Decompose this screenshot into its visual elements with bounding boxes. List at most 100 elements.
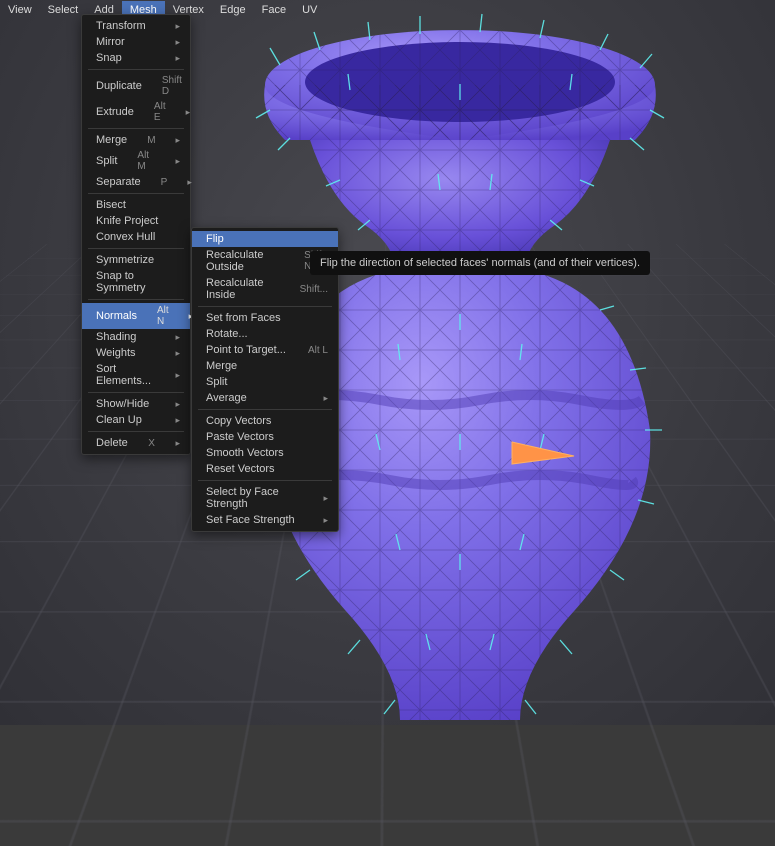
- mesh-menu-item-duplicate[interactable]: DuplicateShift D: [82, 73, 190, 99]
- mesh-menu-item-symmetrize[interactable]: Symmetrize: [82, 252, 190, 268]
- submenu-arrow-icon: ▸: [175, 399, 180, 410]
- menu-item-label: Reset Vectors: [206, 463, 274, 475]
- menu-item-shortcut: Shift...: [300, 284, 328, 295]
- menu-item-label: Sort Elements...: [96, 363, 155, 387]
- normals-menu-item-separator: [198, 480, 332, 481]
- mesh-menu-item-separator: [88, 392, 184, 393]
- submenu-arrow-icon: ▸: [175, 21, 180, 32]
- mesh-menu-item-split[interactable]: SplitAlt M▸: [82, 148, 190, 174]
- normals-menu-item-separator: [198, 306, 332, 307]
- mesh-menu-item-separator: [88, 431, 184, 432]
- mesh-menu-item-delete[interactable]: DeleteX▸: [82, 435, 190, 451]
- mesh-menu-item-merge[interactable]: Merge M ▸: [82, 132, 190, 148]
- submenu-arrow-icon: ▸: [175, 370, 180, 381]
- menu-item-label: Paste Vectors: [206, 431, 274, 443]
- normals-menu-item-set-from-faces[interactable]: Set from Faces: [192, 310, 338, 326]
- submenu-arrow-icon: ▸: [175, 348, 180, 359]
- normals-menu-item-select-by-face-strength[interactable]: Select by Face Strength ▸: [192, 484, 338, 512]
- menu-item-label: Merge: [96, 134, 127, 146]
- mesh-menu-dropdown: Transform▸Mirror▸Snap▸DuplicateShift DEx…: [81, 14, 191, 455]
- menubar-view[interactable]: View: [0, 1, 40, 19]
- normals-menu-item-paste-vectors[interactable]: Paste Vectors: [192, 429, 338, 445]
- menu-item-label: Smooth Vectors: [206, 447, 284, 459]
- normals-menu-item-flip[interactable]: Flip: [192, 231, 338, 247]
- menu-item-shortcut: P: [161, 177, 168, 188]
- menubar-uv[interactable]: UV: [294, 1, 325, 19]
- menu-item-label: Duplicate: [96, 80, 142, 92]
- menubar-face[interactable]: Face: [254, 1, 294, 19]
- normals-menu-item-point-to-target[interactable]: Point to Target... Alt L: [192, 342, 338, 358]
- normals-menu-item-smooth-vectors[interactable]: Smooth Vectors: [192, 445, 338, 461]
- mesh-menu-item-knife-project[interactable]: Knife Project: [82, 213, 190, 229]
- mesh-menu-item-separator: [88, 128, 184, 129]
- menu-item-label: Convex Hull: [96, 231, 155, 243]
- menu-item-label: Set Face Strength: [206, 514, 295, 526]
- menu-item-label: Merge: [206, 360, 237, 372]
- menu-item-label: Select by Face Strength: [206, 486, 303, 510]
- menu-item-label: Split: [96, 155, 117, 167]
- mesh-menu-item-normals[interactable]: NormalsAlt N▸: [82, 303, 190, 329]
- mesh-menu-item-extrude[interactable]: Extrude Alt E ▸: [82, 99, 190, 125]
- menu-item-label: Extrude: [96, 106, 134, 118]
- menu-item-label: Recalculate Outside: [206, 249, 284, 273]
- submenu-arrow-icon: ▸: [323, 515, 328, 526]
- normals-menu-item-separator: [198, 409, 332, 410]
- menu-item-label: Bisect: [96, 199, 126, 211]
- normals-menu-item-reset-vectors[interactable]: Reset Vectors: [192, 461, 338, 477]
- mesh-menu-item-clean-up[interactable]: Clean Up ▸: [82, 412, 190, 428]
- normals-menu-item-split[interactable]: Split: [192, 374, 338, 390]
- mesh-menu-item-weights[interactable]: Weights ▸: [82, 345, 190, 361]
- submenu-arrow-icon: ▸: [186, 107, 191, 118]
- mesh-menu-item-transform[interactable]: Transform ▸: [82, 18, 190, 34]
- mesh-menu-item-separator: [88, 299, 184, 300]
- normals-menu-item-rotate[interactable]: Rotate...: [192, 326, 338, 342]
- mesh-menu-item-shading[interactable]: Shading▸: [82, 329, 190, 345]
- submenu-arrow-icon: ▸: [323, 493, 328, 504]
- menu-item-label: Split: [206, 376, 227, 388]
- normals-menu-item-average[interactable]: Average ▸: [192, 390, 338, 406]
- normals-menu-item-recalculate-inside[interactable]: Recalculate InsideShift...: [192, 275, 338, 303]
- menubar-edge[interactable]: Edge: [212, 1, 254, 19]
- menu-item-shortcut: M: [147, 135, 155, 146]
- submenu-arrow-icon: ▸: [176, 135, 181, 146]
- menu-item-label: Clean Up: [96, 414, 142, 426]
- mesh-menu-item-separator: [88, 248, 184, 249]
- normals-menu-item-copy-vectors[interactable]: Copy Vectors: [192, 413, 338, 429]
- menu-item-label: Delete: [96, 437, 128, 449]
- tooltip: Flip the direction of selected faces' no…: [310, 251, 650, 275]
- menu-item-shortcut: Alt N: [157, 305, 169, 327]
- submenu-arrow-icon: ▸: [323, 393, 328, 404]
- mesh-menu-item-snap[interactable]: Snap ▸: [82, 50, 190, 66]
- menu-item-label: Separate: [96, 176, 141, 188]
- mesh-menu-item-sort-elements[interactable]: Sort Elements... ▸: [82, 361, 190, 389]
- menu-item-label: Average: [206, 392, 247, 404]
- submenu-arrow-icon: ▸: [175, 415, 180, 426]
- menu-item-label: Show/Hide: [96, 398, 149, 410]
- menu-item-shortcut: Alt E: [154, 101, 166, 123]
- mesh-menu-item-bisect[interactable]: Bisect: [82, 197, 190, 213]
- menu-item-shortcut: Alt M: [137, 150, 155, 172]
- menu-item-label: Snap to Symmetry: [96, 270, 180, 294]
- mesh-menu-item-show-hide[interactable]: Show/Hide ▸: [82, 396, 190, 412]
- menu-item-label: Shading: [96, 331, 136, 343]
- selected-face[interactable]: [508, 438, 578, 468]
- mesh-menu-item-convex-hull[interactable]: Convex Hull: [82, 229, 190, 245]
- menu-item-label: Set from Faces: [206, 312, 281, 324]
- menu-item-label: Snap: [96, 52, 122, 64]
- menu-item-label: Copy Vectors: [206, 415, 271, 427]
- menu-item-label: Mirror: [96, 36, 125, 48]
- menu-item-label: Point to Target...: [206, 344, 286, 356]
- mesh-menu-item-snap-to-symmetry[interactable]: Snap to Symmetry: [82, 268, 190, 296]
- mesh-menu-item-separate[interactable]: SeparateP▸: [82, 174, 190, 190]
- normals-menu-item-merge[interactable]: Merge: [192, 358, 338, 374]
- menu-item-shortcut: Alt L: [308, 345, 328, 356]
- menu-item-label: Transform: [96, 20, 146, 32]
- menubar-select[interactable]: Select: [40, 1, 87, 19]
- submenu-arrow-icon: ▸: [175, 53, 180, 64]
- menu-item-label: Knife Project: [96, 215, 158, 227]
- mesh-menu-item-mirror[interactable]: Mirror▸: [82, 34, 190, 50]
- menu-item-shortcut: X: [148, 438, 155, 449]
- normals-menu-item-set-face-strength[interactable]: Set Face Strength ▸: [192, 512, 338, 528]
- menu-item-label: Symmetrize: [96, 254, 154, 266]
- menu-item-label: Weights: [96, 347, 136, 359]
